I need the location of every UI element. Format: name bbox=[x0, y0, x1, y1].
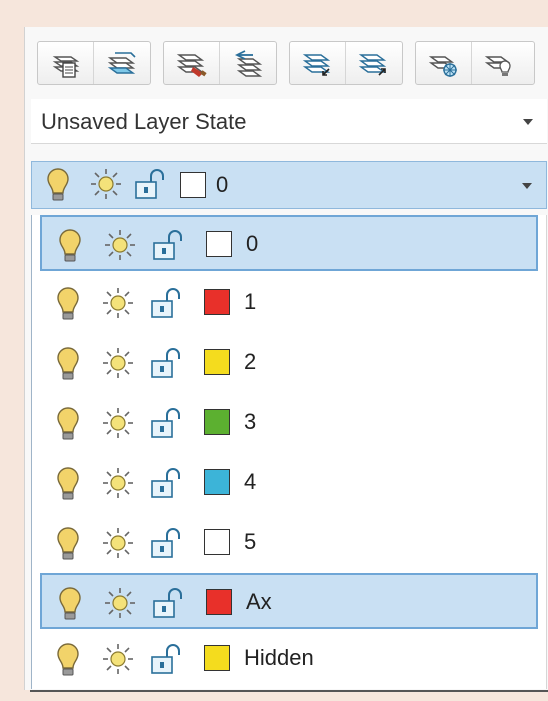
sun-thawed-icon bbox=[91, 169, 121, 199]
layer-list-item[interactable]: Ax bbox=[40, 573, 538, 629]
layer-toolbar bbox=[37, 41, 547, 85]
lightbulb-on-icon bbox=[47, 168, 69, 201]
layer-list-item[interactable]: 1 bbox=[32, 275, 546, 331]
sun-thawed-icon[interactable] bbox=[104, 229, 136, 261]
color-swatch[interactable] bbox=[204, 645, 230, 671]
previous-layer-icon bbox=[234, 50, 263, 77]
unlocked-padlock-icon[interactable] bbox=[150, 287, 184, 319]
color-swatch[interactable] bbox=[204, 289, 230, 315]
layer-name: 1 bbox=[244, 289, 257, 314]
color-swatch[interactable] bbox=[204, 469, 230, 495]
color-swatch[interactable] bbox=[204, 409, 230, 435]
layer-properties-button[interactable] bbox=[38, 42, 94, 84]
current-layer-name: 0 bbox=[216, 172, 229, 197]
color-swatch bbox=[180, 172, 206, 198]
layer-list-item[interactable]: 5 bbox=[32, 515, 546, 571]
lightbulb-on-icon[interactable] bbox=[54, 465, 82, 503]
toolbar-group bbox=[289, 41, 403, 85]
color-swatch[interactable] bbox=[204, 349, 230, 375]
layer-list-item[interactable]: Hidden bbox=[32, 631, 546, 687]
color-swatch[interactable] bbox=[206, 589, 232, 615]
lightbulb-on-icon[interactable] bbox=[54, 525, 82, 563]
sun-thawed-icon[interactable] bbox=[102, 287, 134, 319]
unlocked-padlock-icon[interactable] bbox=[150, 467, 184, 499]
current-layer-combobox[interactable]: 0 bbox=[31, 161, 547, 209]
lightbulb-on-icon[interactable] bbox=[54, 345, 82, 383]
set-current-layer-icon bbox=[107, 52, 136, 74]
sun-thawed-icon[interactable] bbox=[102, 643, 134, 675]
layer-properties-icon bbox=[52, 56, 79, 78]
layer-state-dropdown[interactable]: Unsaved Layer State bbox=[31, 99, 547, 144]
layer-list-item[interactable]: 0 bbox=[40, 215, 538, 271]
layer-name: Ax bbox=[246, 589, 272, 614]
layer-list-item[interactable]: 2 bbox=[32, 335, 546, 391]
off-layer-icon bbox=[484, 56, 511, 76]
chevron-down-icon[interactable] bbox=[522, 183, 532, 189]
chevron-down-icon[interactable] bbox=[523, 119, 533, 125]
freeze-layer-button[interactable] bbox=[416, 42, 472, 84]
layer-name: 3 bbox=[244, 409, 257, 434]
match-layer-button[interactable] bbox=[164, 42, 220, 84]
freeze-layer-icon bbox=[428, 56, 457, 77]
layer-name: 4 bbox=[244, 469, 257, 494]
lightbulb-on-icon[interactable] bbox=[54, 405, 82, 443]
previous-layer-button[interactable] bbox=[220, 42, 276, 84]
panel-bottom-border bbox=[30, 690, 548, 692]
set-current-layer-button[interactable] bbox=[94, 42, 150, 84]
isolate-layer-icon bbox=[302, 54, 330, 76]
unlocked-padlock-icon[interactable] bbox=[150, 347, 184, 379]
toolbar-group bbox=[37, 41, 151, 85]
layer-list-item[interactable]: 4 bbox=[32, 455, 546, 511]
layer-list-item[interactable]: 3 bbox=[32, 395, 546, 451]
layer-list: 0 1 2 3 4 5 Ax Hidden bbox=[31, 215, 547, 689]
layer-name: 5 bbox=[244, 529, 257, 554]
toolbar-group bbox=[163, 41, 277, 85]
color-swatch[interactable] bbox=[204, 529, 230, 555]
layer-name: 0 bbox=[246, 231, 259, 256]
unlocked-padlock-icon bbox=[135, 169, 164, 199]
off-layer-button[interactable] bbox=[472, 42, 528, 84]
unlocked-padlock-icon[interactable] bbox=[152, 587, 186, 619]
sun-thawed-icon[interactable] bbox=[104, 587, 136, 619]
unlocked-padlock-icon[interactable] bbox=[150, 527, 184, 559]
match-layer-icon bbox=[176, 54, 207, 77]
layer-state-value: Unsaved Layer State bbox=[41, 109, 247, 134]
lightbulb-on-icon[interactable] bbox=[56, 585, 84, 623]
isolate-layer-button[interactable] bbox=[290, 42, 346, 84]
lightbulb-on-icon[interactable] bbox=[54, 285, 82, 323]
unisolate-layer-button[interactable] bbox=[346, 42, 402, 84]
layers-panel: Unsaved Layer State 0 0 1 2 3 4 5 Ax Hidden bbox=[24, 27, 548, 690]
layer-name: 2 bbox=[244, 349, 257, 374]
sun-thawed-icon[interactable] bbox=[102, 467, 134, 499]
unlocked-padlock-icon[interactable] bbox=[150, 643, 184, 675]
color-swatch[interactable] bbox=[206, 231, 232, 257]
unlocked-padlock-icon[interactable] bbox=[152, 229, 186, 261]
sun-thawed-icon[interactable] bbox=[102, 527, 134, 559]
sun-thawed-icon[interactable] bbox=[102, 407, 134, 439]
toolbar-group bbox=[415, 41, 535, 85]
unisolate-layer-icon bbox=[358, 54, 387, 76]
unlocked-padlock-icon[interactable] bbox=[150, 407, 184, 439]
sun-thawed-icon[interactable] bbox=[102, 347, 134, 379]
lightbulb-on-icon[interactable] bbox=[56, 227, 84, 265]
lightbulb-on-icon[interactable] bbox=[54, 641, 82, 679]
layer-name: Hidden bbox=[244, 645, 314, 670]
